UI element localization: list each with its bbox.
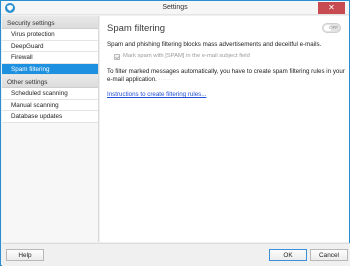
window-title: Settings xyxy=(162,4,188,11)
mark-spam-option[interactable]: Mark spam with [SPAM] in the e-mail subj… xyxy=(114,53,344,62)
sidebar-header-other[interactable]: Other settings xyxy=(2,75,98,88)
sidebar-item-manual-scanning[interactable]: Manual scanning xyxy=(2,99,98,111)
footer-bar: Help OK Cancel xyxy=(2,243,350,266)
cancel-button[interactable]: Cancel xyxy=(310,249,348,261)
filtering-rules-trailing: ········ xyxy=(156,76,176,83)
sidebar-item-deepguard[interactable]: DeepGuard xyxy=(2,40,98,52)
ok-button[interactable]: OK xyxy=(269,249,307,261)
settings-window: Settings ✕ Security settings Virus prote… xyxy=(0,0,350,266)
toggle-state-label: OFF xyxy=(329,25,338,30)
spam-description: Spam and phishing filtering blocks mass … xyxy=(107,41,322,48)
sidebar-item-scheduled-scanning[interactable]: Scheduled scanning xyxy=(2,88,98,100)
filtering-rules-link[interactable]: Instructions to create filtering rules..… xyxy=(107,91,206,98)
page-title: Spam filtering xyxy=(107,23,166,34)
help-button[interactable]: Help xyxy=(6,249,44,261)
close-button[interactable]: ✕ xyxy=(318,2,345,14)
sidebar-item-firewall[interactable]: Firewall xyxy=(2,52,98,64)
filtering-rules-sentence: To filter marked messages automatically,… xyxy=(107,68,345,83)
mark-spam-checkbox[interactable] xyxy=(114,54,120,60)
sidebar-item-virus-protection[interactable]: Virus protection xyxy=(2,29,98,41)
mark-spam-label: Mark spam with [SPAM] in the e-mail subj… xyxy=(123,53,250,59)
settings-sidebar: Security settings Virus protection DeepG… xyxy=(2,16,99,242)
title-bar: Settings ✕ xyxy=(1,1,349,15)
sidebar-item-database-updates[interactable]: Database updates xyxy=(2,111,98,123)
settings-content: Spam filtering OFF Spam and phishing fil… xyxy=(100,16,349,242)
sidebar-header-security[interactable]: Security settings xyxy=(2,16,98,29)
filtering-rules-text: To filter marked messages automatically,… xyxy=(107,68,347,84)
sidebar-item-spam-filtering[interactable]: Spam filtering xyxy=(2,63,98,75)
spam-filtering-toggle[interactable]: OFF xyxy=(322,23,341,33)
